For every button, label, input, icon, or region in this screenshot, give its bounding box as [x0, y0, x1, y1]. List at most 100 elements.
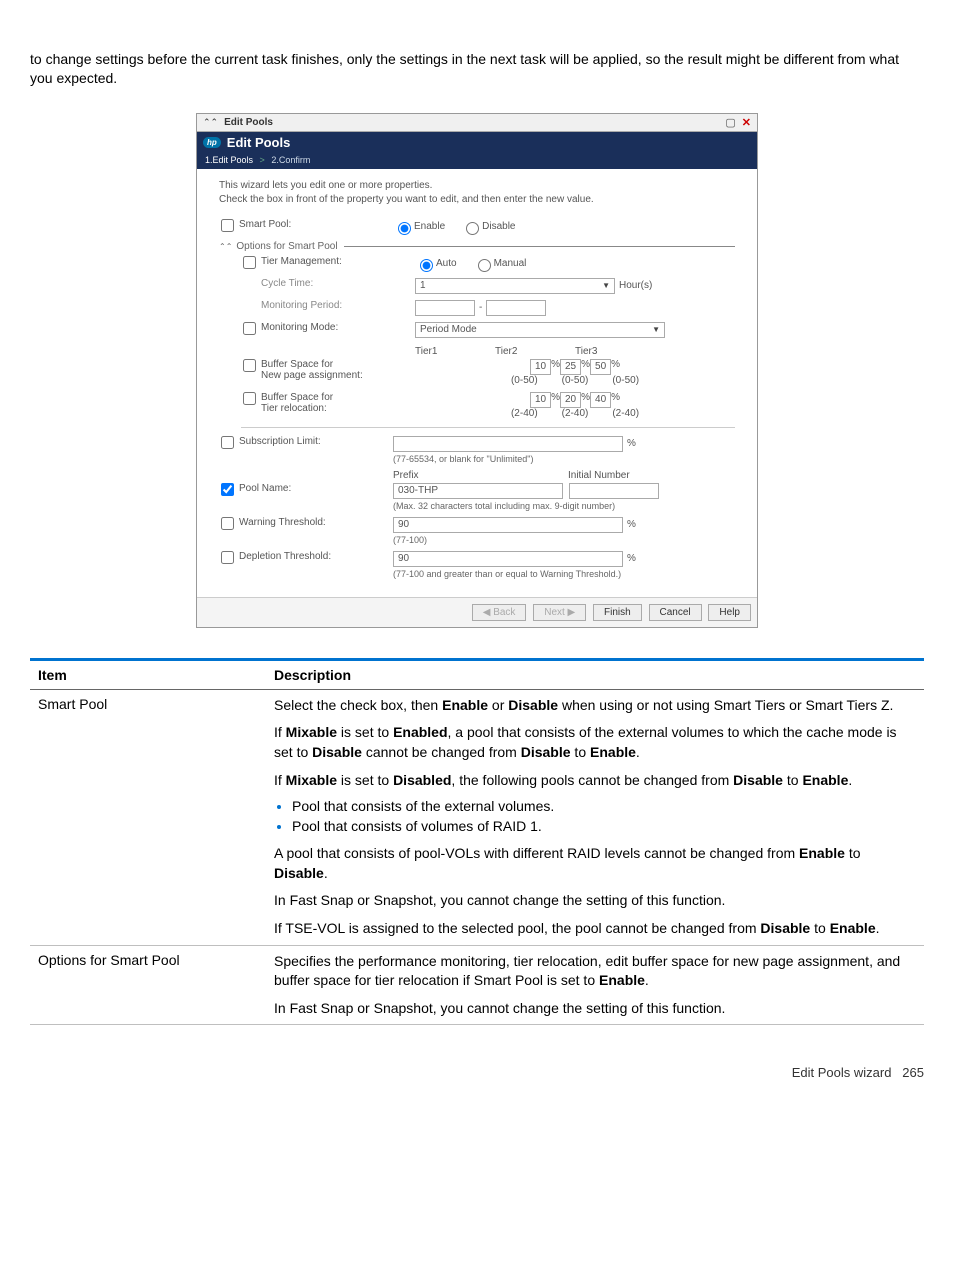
window-titlebar: ⌃⌃ Edit Pools ▢ ✕ — [197, 114, 757, 132]
buffer-new-range: (0-50) — [612, 375, 639, 386]
pool-name-prefix-input[interactable]: 030-THP — [393, 483, 563, 499]
pct-label: % — [627, 438, 636, 449]
tier3-header: Tier3 — [575, 346, 655, 357]
tier1-header: Tier1 — [415, 346, 495, 357]
row-desc: Select the check box, then Enable or Dis… — [266, 689, 924, 945]
chevron-down-icon: ▼ — [602, 281, 610, 290]
buffer-rel-checkbox[interactable] — [243, 392, 256, 405]
monitoring-mode-value: Period Mode — [420, 324, 477, 335]
monitoring-mode-select[interactable]: Period Mode ▼ — [415, 322, 665, 338]
chevron-down-icon: ▼ — [652, 325, 660, 334]
dialog-header: hp Edit Pools — [197, 132, 757, 153]
finish-button[interactable]: Finish — [593, 604, 642, 621]
col-desc-header: Description — [266, 659, 924, 689]
warning-threshold-label: Warning Threshold: — [235, 517, 393, 528]
buffer-rel-tier3-input[interactable]: 40 — [590, 392, 611, 408]
pct-label: % — [581, 359, 590, 375]
buffer-new-checkbox[interactable] — [243, 359, 256, 372]
description-table: Item Description Smart Pool Select the c… — [30, 658, 924, 1026]
smart-pool-disable-radio[interactable] — [466, 222, 479, 235]
pool-name-initial-input[interactable] — [569, 483, 659, 499]
wizard-desc-line1: This wizard lets you edit one or more pr… — [219, 179, 735, 193]
smart-pool-label: Smart Pool: — [235, 219, 393, 230]
subscription-limit-label: Subscription Limit: — [235, 436, 393, 447]
buffer-new-range: (0-50) — [511, 375, 538, 386]
depletion-threshold-input[interactable]: 90 — [393, 551, 623, 567]
buffer-new-range: (0-50) — [562, 375, 589, 386]
depletion-threshold-label: Depletion Threshold: — [235, 551, 393, 562]
buffer-new-tier2-input[interactable]: 25 — [560, 359, 581, 375]
hp-logo-icon: hp — [203, 137, 221, 148]
cycle-time-select[interactable]: 1▼ — [415, 278, 615, 294]
pct-label: % — [627, 519, 636, 530]
initial-number-header: Initial Number — [568, 470, 735, 481]
cycle-time-label: Cycle Time: — [257, 278, 415, 289]
pct-label: % — [611, 359, 620, 375]
enable-label: Enable — [414, 221, 445, 232]
chevron-icon[interactable]: ⌃⌃ — [219, 242, 232, 251]
monitoring-period-dash: - — [479, 302, 482, 313]
next-button: Next ▶ — [533, 604, 586, 621]
list-item: Pool that consists of the external volum… — [292, 798, 916, 814]
wizard-desc-line2: Check the box in front of the property y… — [219, 193, 735, 207]
tier-mgmt-checkbox[interactable] — [243, 256, 256, 269]
maximize-icon[interactable]: ▢ — [725, 116, 735, 129]
help-button[interactable]: Help — [708, 604, 751, 621]
tier2-header: Tier2 — [495, 346, 575, 357]
subscription-limit-hint: (77-65534, or blank for "Unlimited") — [393, 454, 533, 464]
tier-mgmt-label: Tier Management: — [257, 256, 415, 267]
breadcrumb-step2: 2.Confirm — [271, 155, 310, 165]
buffer-new-label: Buffer Space for New page assignment: — [257, 359, 415, 381]
breadcrumb-sep: > — [260, 155, 265, 165]
options-group-header: ⌃⌃ Options for Smart Pool — [219, 241, 735, 252]
smart-pool-enable-radio[interactable] — [398, 222, 411, 235]
buffer-rel-label: Buffer Space for Tier relocation: — [257, 392, 415, 414]
pct-label: % — [611, 392, 620, 408]
table-row: Options for Smart Pool Specifies the per… — [30, 945, 924, 1025]
buffer-new-tier1-input[interactable]: 10 — [530, 359, 551, 375]
collapse-icon[interactable]: ⌃⌃ — [203, 117, 218, 128]
monitoring-mode-label: Monitoring Mode: — [257, 322, 415, 333]
page-footer: Edit Pools wizard 265 — [30, 1065, 924, 1080]
options-group-title: Options for Smart Pool — [236, 241, 337, 252]
monitoring-period-to-input[interactable] — [486, 300, 546, 316]
buffer-rel-range: (2-40) — [562, 408, 589, 419]
pct-label: % — [551, 359, 560, 375]
wizard-footer: ◀ Back Next ▶ Finish Cancel Help — [197, 597, 757, 627]
cancel-button[interactable]: Cancel — [649, 604, 702, 621]
disable-label: Disable — [482, 221, 515, 232]
buffer-rel-range: (2-40) — [612, 408, 639, 419]
subscription-limit-input[interactable] — [393, 436, 623, 452]
depletion-threshold-hint: (77-100 and greater than or equal to War… — [393, 569, 621, 579]
intro-paragraph: to change settings before the current ta… — [30, 50, 924, 88]
back-button: ◀ Back — [472, 604, 527, 621]
subscription-limit-checkbox[interactable] — [221, 436, 234, 449]
dialog-title: Edit Pools — [227, 135, 291, 150]
edit-pools-screenshot: ⌃⌃ Edit Pools ▢ ✕ hp Edit Pools 1.Edit P… — [196, 113, 758, 628]
monitoring-period-from-input[interactable] — [415, 300, 475, 316]
buffer-rel-tier2-input[interactable]: 20 — [560, 392, 581, 408]
wizard-breadcrumb: 1.Edit Pools > 2.Confirm — [197, 153, 757, 169]
buffer-new-tier3-input[interactable]: 50 — [590, 359, 611, 375]
tier-mgmt-auto-radio[interactable] — [420, 259, 433, 272]
cycle-time-value: 1 — [420, 280, 426, 291]
warning-threshold-hint: (77-100) — [393, 535, 427, 545]
monitoring-period-label: Monitoring Period: — [257, 300, 415, 311]
warning-threshold-input[interactable]: 90 — [393, 517, 623, 533]
manual-label: Manual — [494, 258, 527, 269]
depletion-threshold-checkbox[interactable] — [221, 551, 234, 564]
table-row: Smart Pool Select the check box, then En… — [30, 689, 924, 945]
pct-label: % — [551, 392, 560, 408]
window-title: Edit Pools — [224, 117, 273, 128]
warning-threshold-checkbox[interactable] — [221, 517, 234, 530]
pool-name-checkbox[interactable] — [221, 483, 234, 496]
pool-name-hint: (Max. 32 characters total including max.… — [393, 501, 615, 511]
monitoring-mode-checkbox[interactable] — [243, 322, 256, 335]
prefix-header: Prefix — [393, 470, 568, 481]
list-item: Pool that consists of volumes of RAID 1. — [292, 818, 916, 834]
buffer-rel-tier1-input[interactable]: 10 — [530, 392, 551, 408]
close-icon[interactable]: ✕ — [742, 116, 751, 129]
tier-mgmt-manual-radio[interactable] — [478, 259, 491, 272]
smart-pool-checkbox[interactable] — [221, 219, 234, 232]
pct-label: % — [581, 392, 590, 408]
